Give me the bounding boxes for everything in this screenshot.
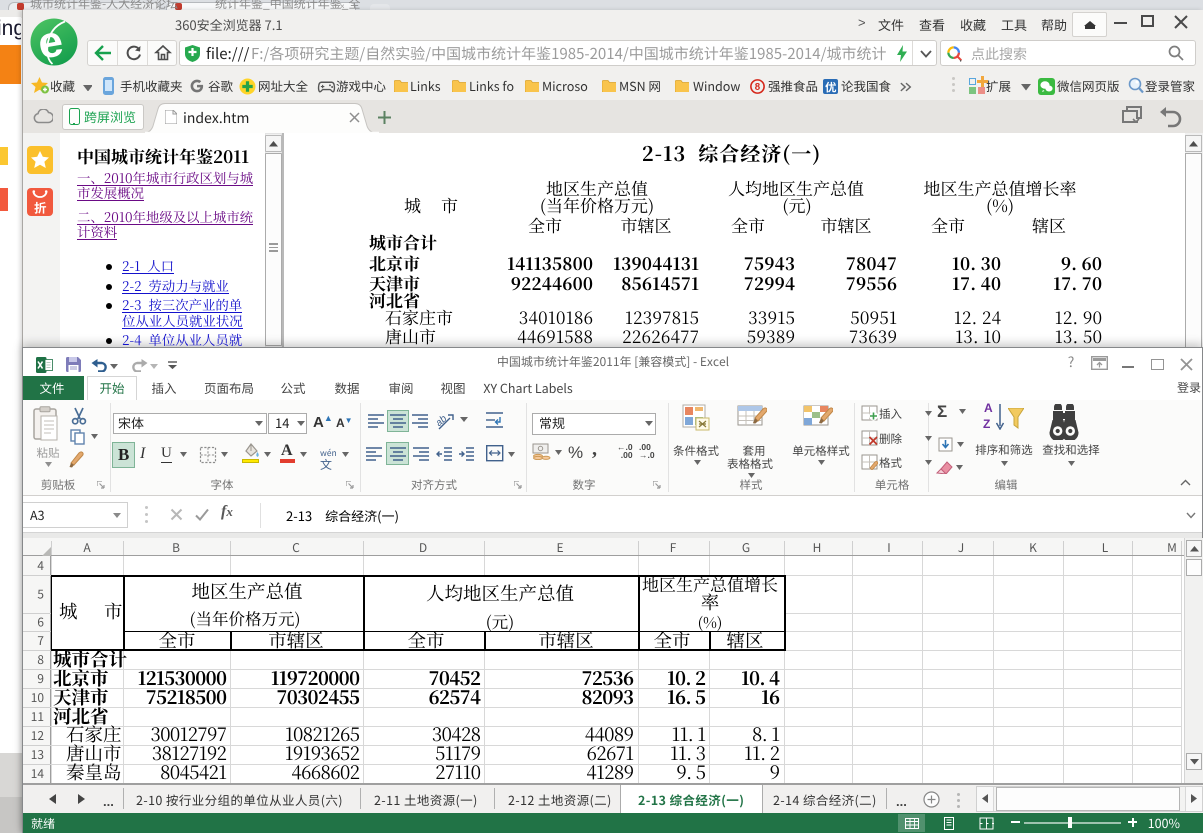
svg-text:ab: ab bbox=[437, 413, 450, 429]
